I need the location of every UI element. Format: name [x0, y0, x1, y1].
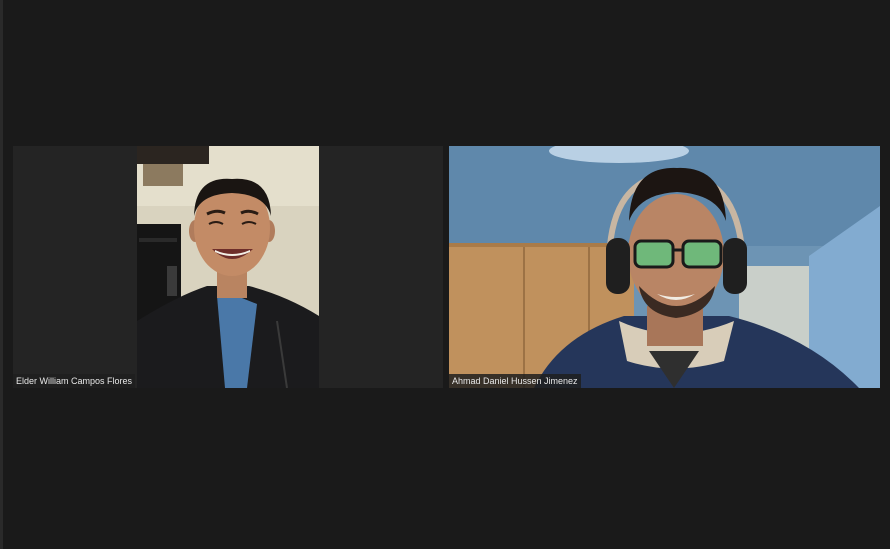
participant-tile-2[interactable]: Ahmad Daniel Hussen Jimenez	[449, 146, 880, 388]
participant-video-1	[137, 146, 319, 388]
participant-tile-1[interactable]: Elder William Campos Flores	[13, 146, 443, 388]
video-call-gallery: Elder William Campos Flores Ahmad Daniel…	[0, 0, 890, 549]
window-edge	[0, 0, 3, 549]
participant-name-2: Ahmad Daniel Hussen Jimenez	[449, 374, 581, 388]
participant-name-1: Elder William Campos Flores	[13, 374, 136, 388]
participant-video-2	[449, 146, 880, 388]
